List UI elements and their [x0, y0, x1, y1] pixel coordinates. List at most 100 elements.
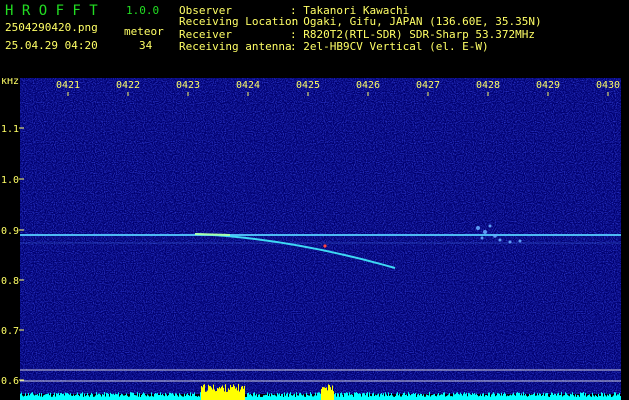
level-bar-column — [238, 384, 239, 400]
level-bar-column — [114, 394, 115, 400]
level-bar-column — [233, 384, 234, 400]
level-bar-column — [559, 395, 560, 400]
level-bar-column — [105, 396, 106, 400]
level-bar-column — [75, 395, 76, 400]
level-bar-column — [441, 394, 442, 400]
level-bar-column — [495, 396, 496, 400]
level-bar-column — [173, 394, 174, 400]
level-bar-column — [533, 393, 534, 400]
level-bar-column — [99, 393, 100, 400]
level-bar-column — [400, 396, 401, 400]
level-bar-column — [23, 396, 24, 400]
level-bar-column — [71, 395, 72, 400]
level-bar-column — [447, 395, 448, 400]
y-tick-label: 0.8 — [1, 276, 19, 287]
level-bar-column — [270, 396, 271, 400]
level-bar-column — [395, 395, 396, 400]
level-bar-column — [426, 394, 427, 400]
level-bar-column — [111, 393, 112, 400]
level-bar-column — [212, 389, 213, 400]
level-bar-column — [30, 393, 31, 400]
level-bar-column — [291, 395, 292, 400]
header-panel: H R O F F T 1.0.0 2504290420.png 25.04.2… — [0, 0, 629, 78]
level-bar-column — [485, 394, 486, 400]
level-bar-column — [483, 393, 484, 400]
location-label: Receiving Location — [179, 15, 299, 28]
level-bar-column — [502, 395, 503, 400]
level-bar-column — [607, 394, 608, 400]
level-bar-column — [62, 393, 63, 400]
level-bar-column — [222, 385, 223, 400]
level-bar-column — [100, 394, 101, 400]
level-bar-column — [573, 395, 574, 400]
level-bar-column — [220, 388, 221, 400]
level-bar-column — [161, 395, 162, 400]
level-bar-column — [409, 393, 410, 400]
level-bar-column — [152, 396, 153, 400]
level-bar-column — [121, 393, 122, 400]
level-bar-column — [155, 393, 156, 400]
level-bar-column — [33, 394, 34, 400]
level-bar-column — [253, 393, 254, 400]
x-tick-label: 0429 — [536, 80, 560, 91]
level-bar-column — [544, 395, 545, 400]
level-bar-column — [182, 396, 183, 400]
level-bar-column — [299, 393, 300, 400]
level-bar-column — [388, 392, 389, 400]
level-bar-column — [381, 393, 382, 400]
level-bar-column — [153, 396, 154, 400]
level-bar-column — [386, 394, 387, 400]
level-bar-column — [133, 392, 134, 400]
level-bar-column — [218, 388, 219, 400]
level-bar-column — [293, 394, 294, 400]
level-bar-column — [350, 394, 351, 400]
level-bar-column — [306, 392, 307, 400]
level-bar-column — [535, 395, 536, 400]
level-bar-column — [494, 393, 495, 400]
level-bar-column — [348, 395, 349, 400]
level-bar-column — [505, 393, 506, 400]
level-bar-column — [322, 387, 323, 400]
level-bar-column — [471, 394, 472, 400]
level-bar-column — [476, 393, 477, 400]
level-bar-column — [28, 392, 29, 400]
level-bar-column — [119, 396, 120, 400]
level-bar-column — [67, 392, 68, 400]
x-tick-label: 0425 — [296, 80, 320, 91]
level-bar-column — [581, 392, 582, 400]
level-bar-column — [118, 392, 119, 400]
level-bar-column — [358, 394, 359, 400]
level-bar-column — [221, 386, 222, 400]
level-bar-column — [488, 392, 489, 400]
level-bar-column — [457, 392, 458, 400]
level-bar-column — [493, 392, 494, 400]
level-bar-column — [189, 395, 190, 400]
level-bar-column — [390, 395, 391, 400]
level-bar-column — [328, 384, 329, 400]
level-bar-column — [201, 386, 202, 400]
level-bar-column — [548, 396, 549, 400]
level-bar-column — [294, 393, 295, 400]
level-bar-column — [134, 394, 135, 400]
level-bar-column — [102, 394, 103, 400]
level-bar-column — [514, 394, 515, 400]
level-bar-column — [367, 392, 368, 400]
level-bar-column — [151, 392, 152, 400]
level-bar-column — [73, 394, 74, 400]
level-bar-column — [433, 394, 434, 400]
level-bar-column — [231, 387, 232, 400]
level-bar-column — [88, 395, 89, 400]
level-bar-column — [174, 395, 175, 400]
level-bar-column — [255, 395, 256, 400]
level-bar-column — [562, 396, 563, 400]
level-bar-column — [499, 393, 500, 400]
level-bar-column — [278, 394, 279, 400]
level-bar-column — [172, 392, 173, 400]
level-bar-column — [70, 393, 71, 400]
level-bar-column — [598, 393, 599, 400]
level-bar-column — [56, 393, 57, 400]
level-bar-column — [68, 393, 69, 400]
level-bar-column — [513, 392, 514, 400]
level-bar-column — [374, 396, 375, 400]
level-bar-column — [406, 394, 407, 400]
